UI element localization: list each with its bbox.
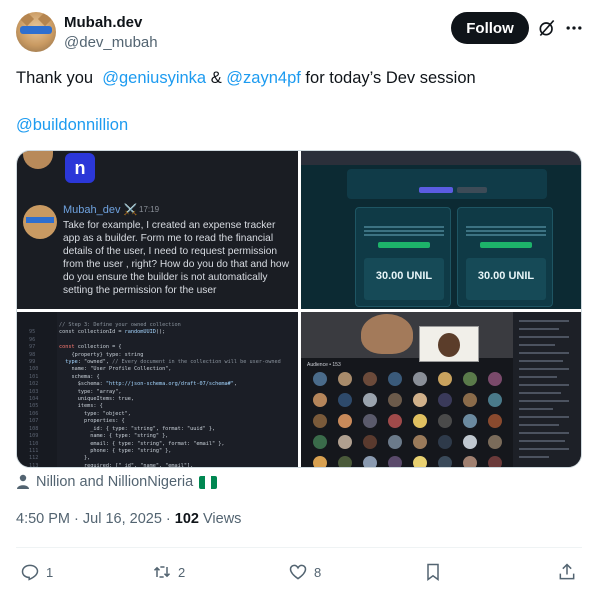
like-count: 8	[314, 564, 322, 580]
app-button	[419, 187, 453, 193]
action-bar: 1 2 8	[16, 560, 582, 584]
media-image-app[interactable]: 30.00 UNIL 30.00 UNIL	[301, 151, 581, 309]
follow-button[interactable]: Follow	[451, 12, 529, 44]
media-image-chat[interactable]: n Mubah_dev ⚔️ 17:19 Take for example, I…	[17, 151, 298, 309]
mention-link[interactable]: @buildonnillion	[16, 116, 128, 135]
tweet-timestamp[interactable]: 4:50 PM · Jul 16, 2025 ·	[16, 511, 175, 527]
nigeria-flag-icon	[199, 475, 218, 489]
code-editor: // Step 3: Define your owned collection …	[59, 322, 281, 468]
media-grid: n Mubah_dev ⚔️ 17:19 Take for example, I…	[16, 150, 582, 468]
grok-icon[interactable]	[537, 18, 557, 38]
bookmark-button[interactable]	[423, 560, 443, 584]
chat-time: 17:19	[139, 205, 160, 214]
call-sidebar	[513, 312, 581, 467]
mention-link[interactable]: @zayn4pf	[226, 69, 301, 87]
divider	[16, 547, 582, 548]
app-button	[457, 187, 487, 193]
reply-button[interactable]: 1	[20, 560, 53, 584]
app-card-button	[480, 242, 532, 248]
reply-count: 1	[46, 564, 54, 580]
tweet-meta: 4:50 PM · Jul 16, 2025 · 102 Views	[16, 511, 241, 527]
avatar[interactable]	[16, 12, 56, 52]
bookmark-icon	[427, 563, 439, 581]
tweet-text: Thank you @geniusyinka & @zayn4pf for to…	[16, 68, 582, 88]
call-video	[419, 326, 479, 362]
app-card-button	[378, 242, 430, 248]
more-options-icon[interactable]	[564, 18, 584, 38]
app-card: 30.00 UNIL	[457, 207, 553, 307]
tweet-text-suffix: for today’s Dev session	[300, 69, 476, 87]
app-card-amount: 30.00 UNIL	[477, 270, 535, 282]
repost-icon	[153, 566, 171, 578]
reply-icon	[21, 564, 39, 581]
share-icon	[559, 563, 575, 580]
chat-author: Mubah_dev ⚔️	[63, 204, 138, 216]
tweet-header: Mubah.dev @dev_mubah Follow	[16, 12, 582, 54]
community-name: Nillion and NillionNigeria	[36, 474, 194, 490]
app-panel	[347, 169, 547, 199]
avatar	[23, 205, 57, 239]
app-card-amount: 30.00 UNIL	[375, 270, 433, 282]
browser-bar	[301, 151, 581, 165]
views-count: 102	[174, 511, 199, 527]
avatar	[23, 151, 53, 169]
chat-message: Take for example, I created an expense t…	[63, 220, 289, 297]
app-card: 30.00 UNIL	[355, 207, 451, 307]
heart-icon	[289, 564, 307, 580]
views-label: Views	[198, 511, 242, 527]
tweet-text-prefix: Thank you	[16, 69, 103, 87]
audience-grid	[309, 372, 509, 467]
share-button[interactable]	[557, 560, 577, 584]
repost-count: 2	[178, 564, 186, 580]
person-icon	[17, 474, 29, 489]
tweet-text-amp: &	[206, 69, 227, 87]
repost-button[interactable]: 2	[152, 560, 185, 584]
like-button[interactable]: 8	[288, 560, 321, 584]
mention-link[interactable]: @geniusyinka	[102, 69, 206, 87]
author-name[interactable]: Mubah.dev	[64, 14, 142, 31]
nillion-logo-icon: n	[65, 153, 95, 183]
audience-label: Audience • 153	[307, 362, 341, 368]
community-label[interactable]: Nillion and NillionNigeria	[16, 474, 218, 490]
author-handle[interactable]: @dev_mubah	[64, 34, 158, 51]
media-image-code[interactable]: 95 96 97 98 99 100 101 102 103 104 105 1…	[17, 312, 298, 468]
code-line-numbers: 95 96 97 98 99 100 101 102 103 104 105 1…	[29, 329, 39, 468]
media-image-call[interactable]: Audience • 153	[301, 312, 581, 467]
